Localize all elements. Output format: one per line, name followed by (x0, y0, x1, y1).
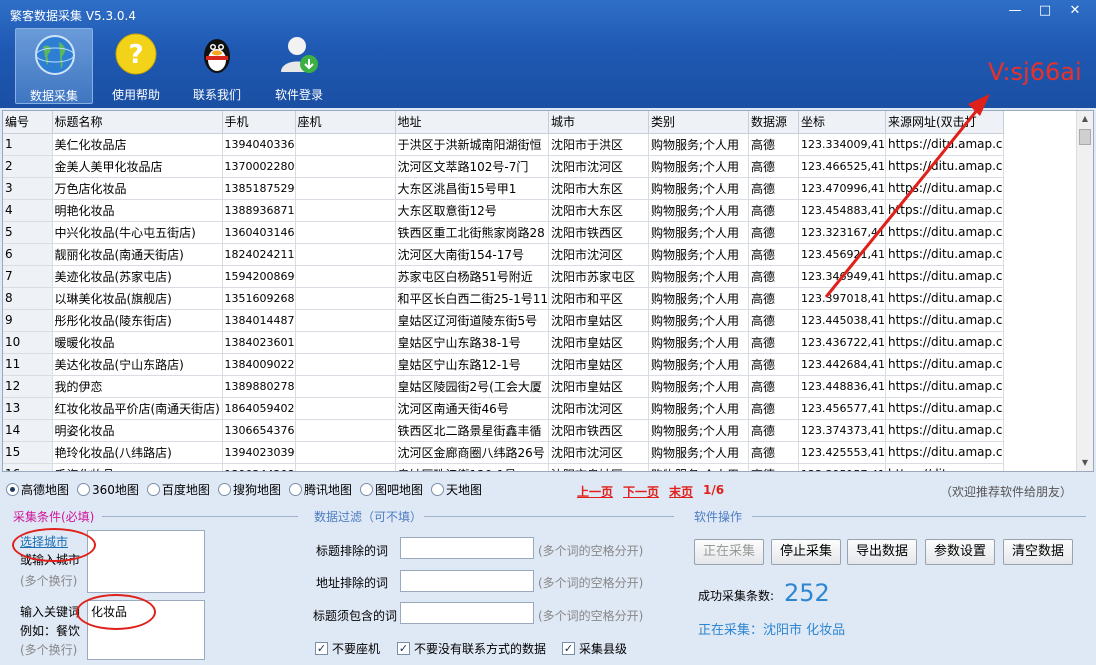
annotation-arrow-icon (824, 94, 990, 298)
